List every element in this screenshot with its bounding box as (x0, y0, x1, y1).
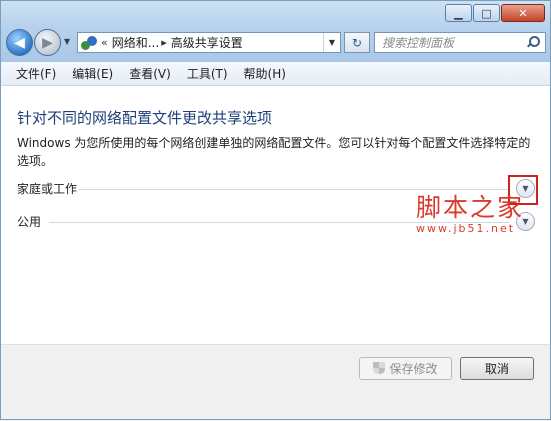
menu-bar: 文件(F) 编辑(E) 查看(V) 工具(T) 帮助(H) (0, 62, 551, 86)
cancel-button[interactable]: 取消 (460, 357, 534, 380)
watermark-text: 脚本之家 (416, 193, 525, 222)
maximize-button[interactable]: □ (473, 4, 500, 22)
search-icon[interactable] (526, 36, 540, 49)
refresh-icon: ↻ (351, 35, 363, 50)
menu-tools[interactable]: 工具(T) (179, 63, 236, 85)
search-input[interactable] (382, 35, 517, 50)
footer-bar: 保存修改 取消 (0, 344, 551, 421)
menu-help[interactable]: 帮助(H) (236, 63, 294, 85)
menu-file[interactable]: 文件(F) (8, 63, 64, 85)
cancel-label: 取消 (484, 362, 509, 376)
uac-shield-icon (373, 362, 386, 375)
watermark: 脚本之家 www.jb51.net (416, 188, 524, 235)
minimize-icon: ▁ (454, 6, 463, 20)
forward-arrow-icon: ▶ (42, 34, 53, 51)
breadcrumb-separator-icon[interactable]: ▸ (161, 36, 167, 49)
maximize-icon: □ (481, 6, 492, 20)
section-label: 公用 (17, 215, 42, 229)
forward-button[interactable]: ▶ (34, 29, 61, 56)
page-description: Windows 为您所使用的每个网络创建单独的网络配置文件。您可以针对每个配置文… (17, 136, 531, 168)
search-box (374, 32, 546, 53)
menu-view[interactable]: 查看(V) (121, 63, 179, 85)
close-icon: ✕ (518, 6, 528, 20)
close-button[interactable]: ✕ (501, 4, 545, 22)
watermark-url: www.jb51.net (416, 222, 516, 235)
menu-edit[interactable]: 编辑(E) (64, 63, 121, 85)
minimize-button[interactable]: ▁ (445, 4, 472, 22)
address-bar[interactable]: « 网络和... ▸ 高级共享设置 ▼ (77, 32, 341, 53)
breadcrumb-overflow[interactable]: « (101, 36, 108, 49)
content-pane: 针对不同的网络配置文件更改共享选项 Windows 为您所使用的每个网络创建单独… (0, 86, 551, 344)
window-chrome: ▁ □ ✕ ◀ ▶ ▼ « 网络和... ▸ 高级共享设置 ▼ ↻ (0, 0, 551, 63)
navigation-bar: ◀ ▶ ▼ « 网络和... ▸ 高级共享设置 ▼ ↻ (6, 29, 546, 57)
address-dropdown[interactable]: ▼ (323, 33, 340, 52)
refresh-button[interactable]: ↻ (344, 32, 370, 53)
network-sharing-window: ▁ □ ✕ ◀ ▶ ▼ « 网络和... ▸ 高级共享设置 ▼ ↻ 文件(F) (0, 0, 551, 421)
save-changes-button[interactable]: 保存修改 (359, 357, 452, 380)
back-arrow-icon: ◀ (14, 34, 25, 51)
section-label: 家庭或工作 (17, 182, 78, 196)
chevron-down-icon: ▼ (328, 38, 336, 47)
chevron-down-icon: ▼ (64, 37, 71, 46)
back-button[interactable]: ◀ (6, 29, 33, 56)
save-changes-label: 保存修改 (389, 362, 438, 376)
page-title: 针对不同的网络配置文件更改共享选项 (17, 109, 273, 127)
caption-buttons: ▁ □ ✕ (445, 4, 545, 22)
breadcrumb-advanced-sharing[interactable]: 高级共享设置 (171, 34, 243, 51)
recent-pages-dropdown[interactable]: ▼ (64, 37, 72, 46)
network-icon (81, 35, 99, 51)
breadcrumb-network[interactable]: 网络和... (112, 34, 159, 51)
